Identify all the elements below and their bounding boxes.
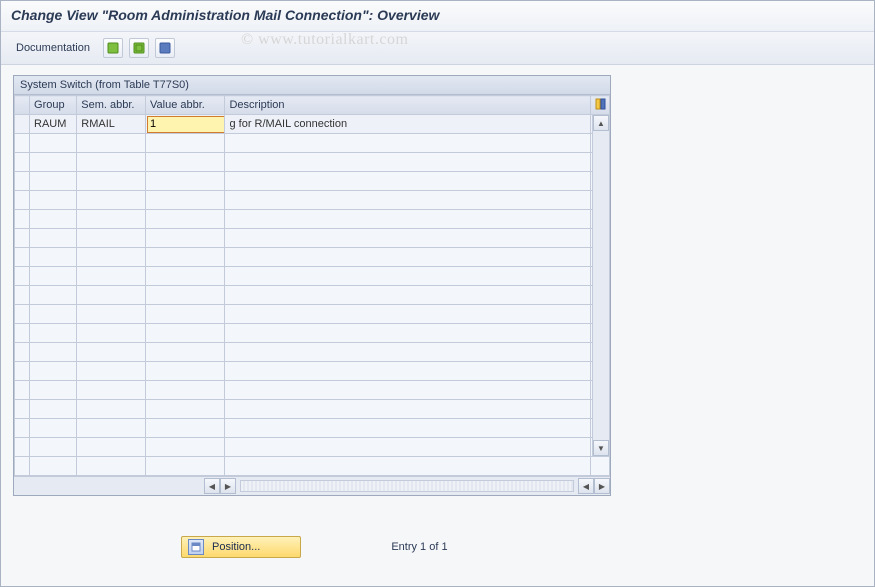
table-row[interactable] <box>15 229 610 248</box>
row-selector[interactable] <box>15 191 30 210</box>
row-selector[interactable] <box>15 438 30 457</box>
position-button[interactable]: Position... <box>181 536 301 558</box>
row-selector[interactable] <box>15 153 30 172</box>
row-selector[interactable] <box>15 286 30 305</box>
row-selector[interactable] <box>15 343 30 362</box>
scroll-right-icon[interactable]: ▶ <box>220 478 236 494</box>
footer: Position... Entry 1 of 1 <box>1 536 874 558</box>
row-selector[interactable] <box>15 267 30 286</box>
table-row[interactable] <box>15 172 610 191</box>
cell-value-abbr <box>146 115 225 134</box>
cell-sem-abbr: RMAIL <box>77 115 146 134</box>
table-row[interactable] <box>15 419 610 438</box>
col-header-description[interactable]: Description <box>225 96 590 115</box>
scroll-up-icon[interactable]: ▲ <box>593 115 609 131</box>
panel-title: System Switch (from Table T77S0) <box>14 76 610 95</box>
row-selector[interactable] <box>15 400 30 419</box>
table-row[interactable] <box>15 267 610 286</box>
entry-counter: Entry 1 of 1 <box>391 541 447 553</box>
row-selector[interactable] <box>15 229 30 248</box>
col-header-group[interactable]: Group <box>30 96 77 115</box>
value-abbr-input[interactable] <box>147 116 225 133</box>
table-row[interactable] <box>15 400 610 419</box>
position-button-label: Position... <box>212 541 260 553</box>
row-selector[interactable] <box>15 457 30 476</box>
scroll-left-icon[interactable]: ◀ <box>204 478 220 494</box>
scroll-left2-icon[interactable]: ◀ <box>578 478 594 494</box>
table-row[interactable] <box>15 343 610 362</box>
data-grid: Group Sem. abbr. Value abbr. Description <box>14 95 610 476</box>
row-selector[interactable] <box>15 381 30 400</box>
table-row[interactable] <box>15 210 610 229</box>
scroll-down-icon[interactable]: ▼ <box>593 440 609 456</box>
table-row[interactable] <box>15 457 610 476</box>
page-title: Change View "Room Administration Mail Co… <box>1 1 874 32</box>
scroll-right2-icon[interactable]: ▶ <box>594 478 610 494</box>
row-selector[interactable] <box>15 362 30 381</box>
row-selector[interactable] <box>15 248 30 267</box>
table-row[interactable] <box>15 153 610 172</box>
deselect-all-icon[interactable] <box>155 38 175 58</box>
row-selector[interactable] <box>15 210 30 229</box>
col-header-sem-abbr[interactable]: Sem. abbr. <box>77 96 146 115</box>
scroll-track[interactable] <box>240 480 574 492</box>
expand-all-icon[interactable] <box>103 38 123 58</box>
toolbar: Documentation <box>1 32 874 65</box>
cell-group: RAUM <box>30 115 77 134</box>
table-row[interactable] <box>15 362 610 381</box>
row-selector[interactable] <box>15 324 30 343</box>
documentation-button[interactable]: Documentation <box>9 39 97 57</box>
row-selector[interactable] <box>15 419 30 438</box>
app-window: Change View "Room Administration Mail Co… <box>0 0 875 587</box>
row-selector[interactable] <box>15 172 30 191</box>
table-row[interactable] <box>15 438 610 457</box>
table-row[interactable] <box>15 191 610 210</box>
vertical-scrollbar[interactable]: ▲ ▼ <box>592 115 609 456</box>
table-row[interactable] <box>15 248 610 267</box>
cell-description: g for R/MAIL connection <box>225 115 590 134</box>
position-icon <box>188 539 204 555</box>
col-header-value-abbr[interactable]: Value abbr. <box>146 96 225 115</box>
row-selector[interactable] <box>15 305 30 324</box>
table-row[interactable] <box>15 305 610 324</box>
row-selector[interactable] <box>15 134 30 153</box>
table-row[interactable]: RAUM RMAIL g for R/MAIL connection <box>15 115 610 134</box>
table-row[interactable] <box>15 381 610 400</box>
grid-panel: System Switch (from Table T77S0) Group S… <box>13 75 611 496</box>
select-all-icon[interactable] <box>129 38 149 58</box>
table-row[interactable] <box>15 324 610 343</box>
table-row[interactable] <box>15 134 610 153</box>
table-row[interactable] <box>15 286 610 305</box>
configure-columns-button[interactable] <box>590 96 609 115</box>
row-selector[interactable] <box>15 115 30 134</box>
row-selector-header[interactable] <box>15 96 30 115</box>
horizontal-scrollbar[interactable]: ◀ ▶ ◀ ▶ <box>14 476 610 495</box>
